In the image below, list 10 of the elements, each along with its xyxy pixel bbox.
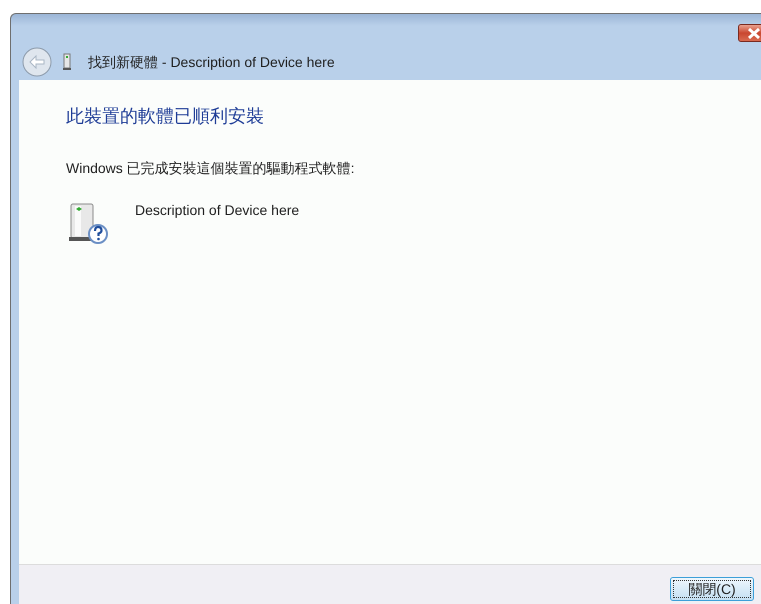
close-button[interactable]	[738, 24, 761, 42]
device-name: Description of Device here	[135, 201, 300, 220]
device-icon	[62, 53, 72, 71]
close-button[interactable]: 關閉(C)	[670, 577, 754, 601]
window-title: 找到新硬體 - Description of Device here	[88, 52, 335, 72]
close-icon	[747, 28, 761, 38]
device-help-icon	[66, 202, 108, 244]
back-button[interactable]	[22, 47, 52, 77]
dialog-heading: 此裝置的軟體已順利安裝	[66, 105, 265, 128]
message-text: Windows 已完成安裝這個裝置的驅動程式軟體:	[66, 159, 356, 178]
